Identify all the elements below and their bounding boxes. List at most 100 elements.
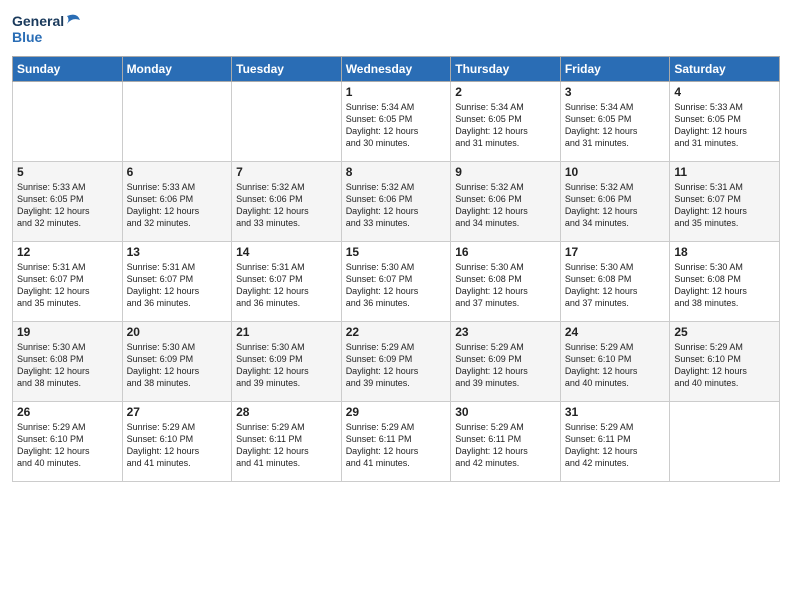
day-info: Sunrise: 5:34 AM Sunset: 6:05 PM Dayligh… bbox=[346, 101, 447, 150]
logo: GeneralBlue bbox=[12, 10, 82, 50]
day-info: Sunrise: 5:33 AM Sunset: 6:06 PM Dayligh… bbox=[127, 181, 228, 230]
calendar-cell: 3 Sunrise: 5:34 AM Sunset: 6:05 PM Daylig… bbox=[560, 82, 670, 162]
day-info: Sunrise: 5:31 AM Sunset: 6:07 PM Dayligh… bbox=[17, 261, 118, 310]
day-info: Sunrise: 5:29 AM Sunset: 6:10 PM Dayligh… bbox=[127, 421, 228, 470]
day-number: 20 bbox=[127, 325, 228, 339]
day-number: 15 bbox=[346, 245, 447, 259]
calendar-cell: 18Sunrise: 5:30 AM Sunset: 6:08 PM Dayli… bbox=[670, 242, 780, 322]
day-info: Sunrise: 5:29 AM Sunset: 6:10 PM Dayligh… bbox=[565, 341, 666, 390]
calendar-cell bbox=[122, 82, 232, 162]
calendar-cell: 10Sunrise: 5:32 AM Sunset: 6:06 PM Dayli… bbox=[560, 162, 670, 242]
header: GeneralBlue bbox=[12, 10, 780, 50]
calendar-cell: 22 Sunrise: 5:29 AM Sunset: 6:09 PM Dayli… bbox=[341, 322, 451, 402]
calendar-cell: 4Sunrise: 5:33 AM Sunset: 6:05 PM Daylig… bbox=[670, 82, 780, 162]
day-of-week-header: Saturday bbox=[670, 57, 780, 82]
calendar-cell: 28 Sunrise: 5:29 AM Sunset: 6:11 PM Dayli… bbox=[232, 402, 342, 482]
day-number: 6 bbox=[127, 165, 228, 179]
calendar-cell: 2 Sunrise: 5:34 AM Sunset: 6:05 PM Daylig… bbox=[451, 82, 561, 162]
calendar-cell: 21 Sunrise: 5:30 AM Sunset: 6:09 PM Dayli… bbox=[232, 322, 342, 402]
day-info: Sunrise: 5:31 AM Sunset: 6:07 PM Dayligh… bbox=[127, 261, 228, 310]
day-number: 5 bbox=[17, 165, 118, 179]
day-number: 1 bbox=[346, 85, 447, 99]
calendar-cell: 30 Sunrise: 5:29 AM Sunset: 6:11 PM Dayli… bbox=[451, 402, 561, 482]
calendar-cell: 14 Sunrise: 5:31 AM Sunset: 6:07 PM Dayli… bbox=[232, 242, 342, 322]
day-number: 4 bbox=[674, 85, 775, 99]
day-number: 2 bbox=[455, 85, 556, 99]
day-number: 22 bbox=[346, 325, 447, 339]
day-info: Sunrise: 5:29 AM Sunset: 6:10 PM Dayligh… bbox=[17, 421, 118, 470]
calendar-cell: 23Sunrise: 5:29 AM Sunset: 6:09 PM Dayli… bbox=[451, 322, 561, 402]
calendar-cell bbox=[13, 82, 123, 162]
calendar-cell: 24 Sunrise: 5:29 AM Sunset: 6:10 PM Dayli… bbox=[560, 322, 670, 402]
day-number: 27 bbox=[127, 405, 228, 419]
day-number: 16 bbox=[455, 245, 556, 259]
day-number: 21 bbox=[236, 325, 337, 339]
day-info: Sunrise: 5:29 AM Sunset: 6:09 PM Dayligh… bbox=[346, 341, 447, 390]
general-blue-logo: GeneralBlue bbox=[12, 10, 82, 50]
day-info: Sunrise: 5:30 AM Sunset: 6:07 PM Dayligh… bbox=[346, 261, 447, 310]
day-info: Sunrise: 5:33 AM Sunset: 6:05 PM Dayligh… bbox=[17, 181, 118, 230]
day-info: Sunrise: 5:30 AM Sunset: 6:08 PM Dayligh… bbox=[565, 261, 666, 310]
calendar-cell: 19 Sunrise: 5:30 AM Sunset: 6:08 PM Dayli… bbox=[13, 322, 123, 402]
calendar-cell: 26 Sunrise: 5:29 AM Sunset: 6:10 PM Dayli… bbox=[13, 402, 123, 482]
day-number: 31 bbox=[565, 405, 666, 419]
calendar-cell: 20Sunrise: 5:30 AM Sunset: 6:09 PM Dayli… bbox=[122, 322, 232, 402]
day-number: 18 bbox=[674, 245, 775, 259]
day-info: Sunrise: 5:29 AM Sunset: 6:11 PM Dayligh… bbox=[346, 421, 447, 470]
calendar-cell bbox=[670, 402, 780, 482]
day-info: Sunrise: 5:32 AM Sunset: 6:06 PM Dayligh… bbox=[236, 181, 337, 230]
day-number: 14 bbox=[236, 245, 337, 259]
day-of-week-header: Thursday bbox=[451, 57, 561, 82]
calendar-week-row: 19 Sunrise: 5:30 AM Sunset: 6:08 PM Dayli… bbox=[13, 322, 780, 402]
day-number: 26 bbox=[17, 405, 118, 419]
calendar-cell: 8Sunrise: 5:32 AM Sunset: 6:06 PM Daylig… bbox=[341, 162, 451, 242]
day-info: Sunrise: 5:30 AM Sunset: 6:08 PM Dayligh… bbox=[17, 341, 118, 390]
calendar-cell: 6 Sunrise: 5:33 AM Sunset: 6:06 PM Daylig… bbox=[122, 162, 232, 242]
page: GeneralBlue SundayMondayTuesdayWednesday… bbox=[0, 0, 792, 612]
day-info: Sunrise: 5:34 AM Sunset: 6:05 PM Dayligh… bbox=[565, 101, 666, 150]
day-number: 19 bbox=[17, 325, 118, 339]
calendar-cell: 27 Sunrise: 5:29 AM Sunset: 6:10 PM Dayli… bbox=[122, 402, 232, 482]
day-info: Sunrise: 5:34 AM Sunset: 6:05 PM Dayligh… bbox=[455, 101, 556, 150]
calendar-cell: 11Sunrise: 5:31 AM Sunset: 6:07 PM Dayli… bbox=[670, 162, 780, 242]
calendar-cell: 25 Sunrise: 5:29 AM Sunset: 6:10 PM Dayli… bbox=[670, 322, 780, 402]
day-number: 25 bbox=[674, 325, 775, 339]
day-info: Sunrise: 5:32 AM Sunset: 6:06 PM Dayligh… bbox=[455, 181, 556, 230]
day-number: 17 bbox=[565, 245, 666, 259]
calendar-cell: 29Sunrise: 5:29 AM Sunset: 6:11 PM Dayli… bbox=[341, 402, 451, 482]
calendar-header-row: SundayMondayTuesdayWednesdayThursdayFrid… bbox=[13, 57, 780, 82]
calendar-cell: 31 Sunrise: 5:29 AM Sunset: 6:11 PM Dayli… bbox=[560, 402, 670, 482]
day-info: Sunrise: 5:30 AM Sunset: 6:08 PM Dayligh… bbox=[455, 261, 556, 310]
day-number: 3 bbox=[565, 85, 666, 99]
day-number: 30 bbox=[455, 405, 556, 419]
day-of-week-header: Tuesday bbox=[232, 57, 342, 82]
calendar-cell: 13 Sunrise: 5:31 AM Sunset: 6:07 PM Dayli… bbox=[122, 242, 232, 322]
day-info: Sunrise: 5:29 AM Sunset: 6:10 PM Dayligh… bbox=[674, 341, 775, 390]
day-info: Sunrise: 5:30 AM Sunset: 6:09 PM Dayligh… bbox=[236, 341, 337, 390]
calendar-cell: 12Sunrise: 5:31 AM Sunset: 6:07 PM Dayli… bbox=[13, 242, 123, 322]
calendar-week-row: 26 Sunrise: 5:29 AM Sunset: 6:10 PM Dayli… bbox=[13, 402, 780, 482]
day-number: 8 bbox=[346, 165, 447, 179]
calendar-cell: 17 Sunrise: 5:30 AM Sunset: 6:08 PM Dayli… bbox=[560, 242, 670, 322]
calendar-cell: 7Sunrise: 5:32 AM Sunset: 6:06 PM Daylig… bbox=[232, 162, 342, 242]
day-info: Sunrise: 5:29 AM Sunset: 6:09 PM Dayligh… bbox=[455, 341, 556, 390]
day-info: Sunrise: 5:29 AM Sunset: 6:11 PM Dayligh… bbox=[455, 421, 556, 470]
day-info: Sunrise: 5:29 AM Sunset: 6:11 PM Dayligh… bbox=[236, 421, 337, 470]
day-number: 24 bbox=[565, 325, 666, 339]
calendar-week-row: 12Sunrise: 5:31 AM Sunset: 6:07 PM Dayli… bbox=[13, 242, 780, 322]
svg-text:General: General bbox=[12, 13, 64, 29]
day-info: Sunrise: 5:32 AM Sunset: 6:06 PM Dayligh… bbox=[565, 181, 666, 230]
day-of-week-header: Friday bbox=[560, 57, 670, 82]
svg-text:Blue: Blue bbox=[12, 29, 43, 45]
day-info: Sunrise: 5:29 AM Sunset: 6:11 PM Dayligh… bbox=[565, 421, 666, 470]
calendar-week-row: 1 Sunrise: 5:34 AM Sunset: 6:05 PM Daylig… bbox=[13, 82, 780, 162]
day-number: 28 bbox=[236, 405, 337, 419]
calendar-table: SundayMondayTuesdayWednesdayThursdayFrid… bbox=[12, 56, 780, 482]
day-number: 11 bbox=[674, 165, 775, 179]
day-number: 13 bbox=[127, 245, 228, 259]
calendar-cell: 5 Sunrise: 5:33 AM Sunset: 6:05 PM Daylig… bbox=[13, 162, 123, 242]
day-of-week-header: Sunday bbox=[13, 57, 123, 82]
day-info: Sunrise: 5:31 AM Sunset: 6:07 PM Dayligh… bbox=[236, 261, 337, 310]
calendar-cell: 9Sunrise: 5:32 AM Sunset: 6:06 PM Daylig… bbox=[451, 162, 561, 242]
calendar-cell: 15 Sunrise: 5:30 AM Sunset: 6:07 PM Dayli… bbox=[341, 242, 451, 322]
